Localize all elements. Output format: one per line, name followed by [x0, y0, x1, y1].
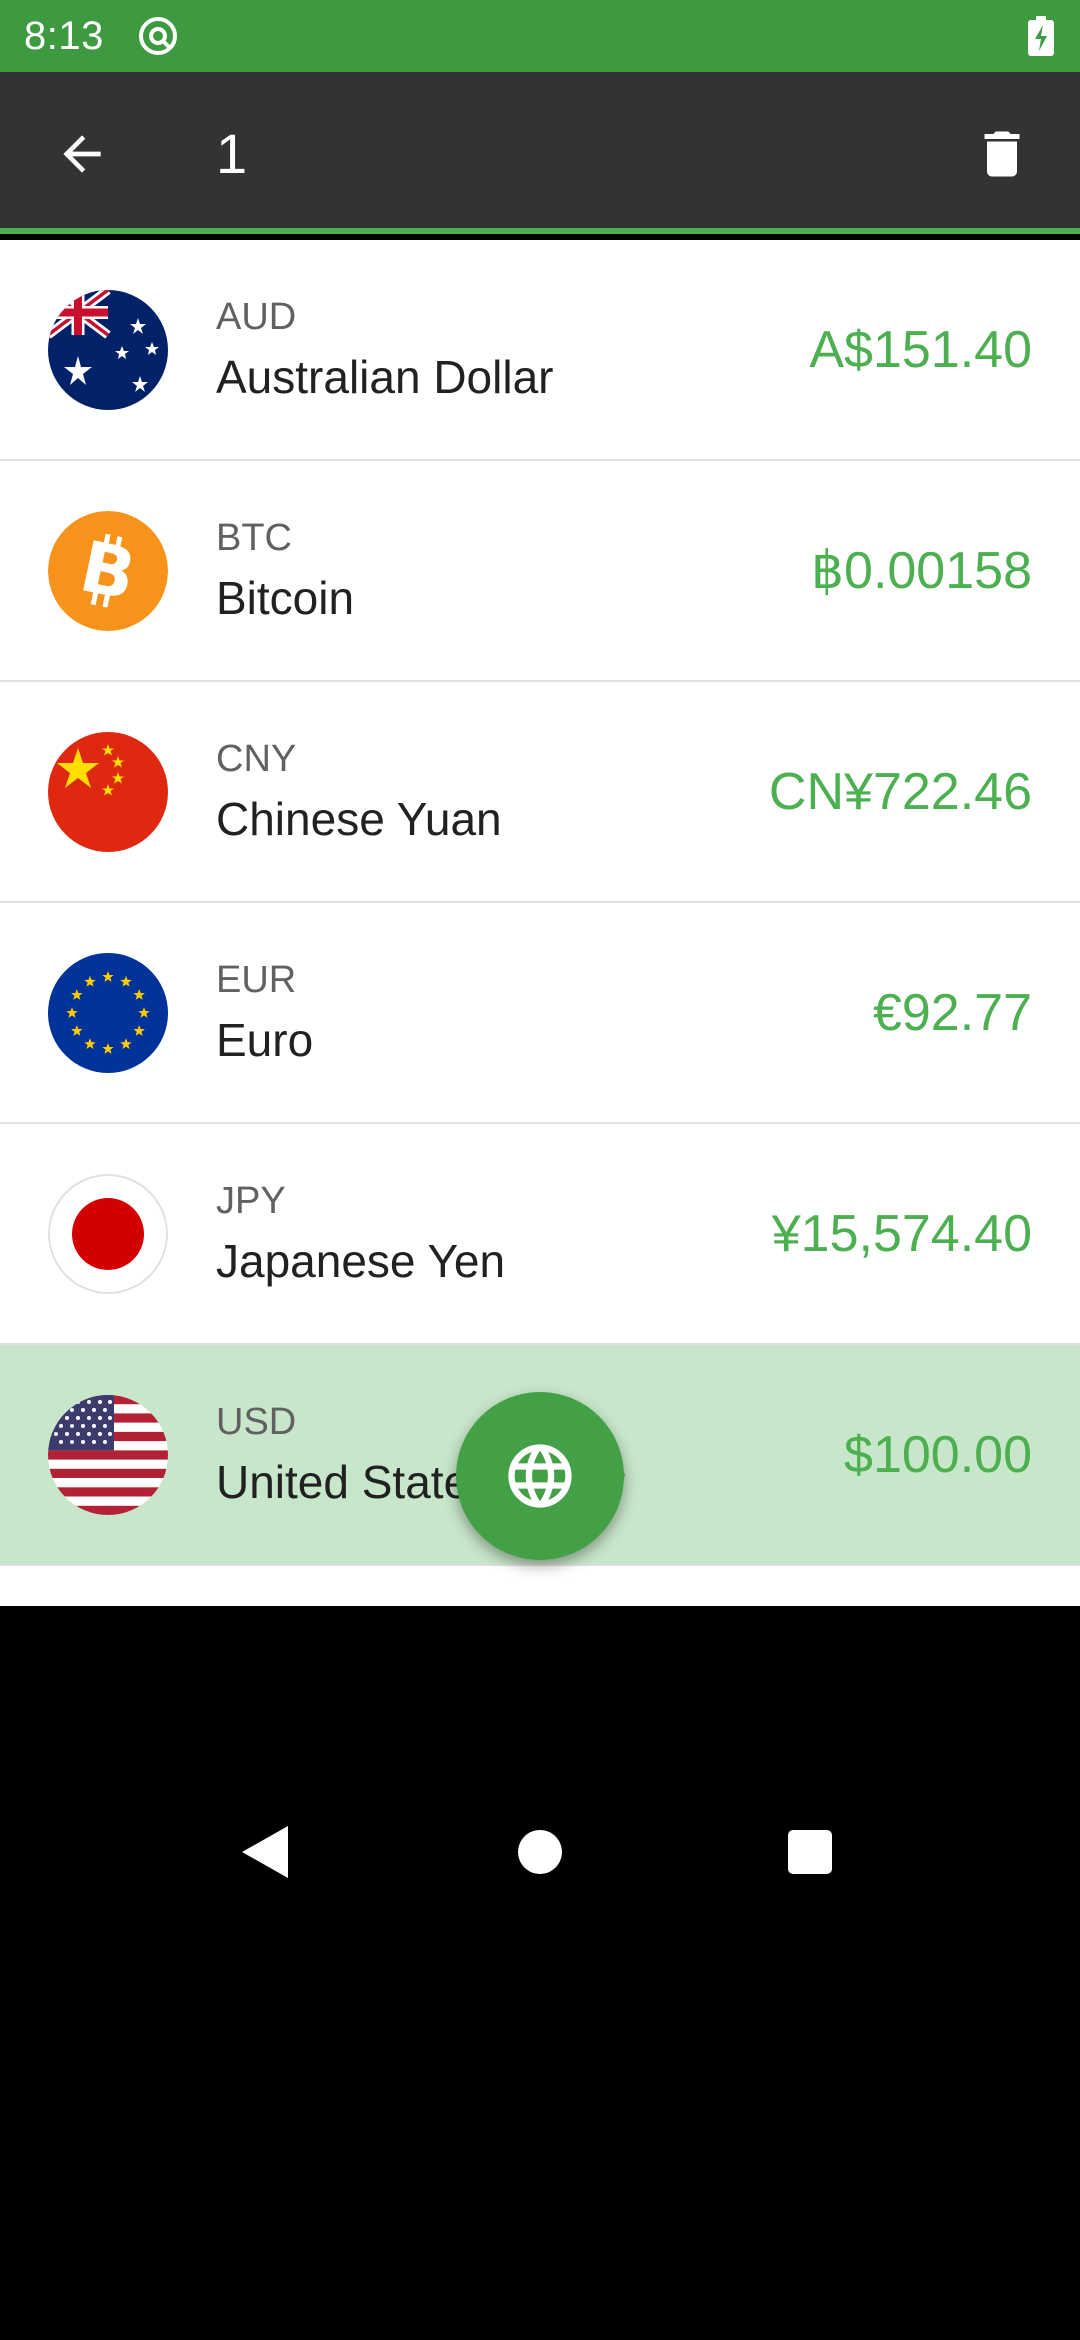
currency-code: AUD	[216, 296, 297, 338]
china-flag-icon	[48, 732, 168, 852]
currency-row-aud[interactable]: AUD Australian Dollar A$151.40	[0, 240, 1080, 461]
battery-charging-icon	[1028, 16, 1054, 56]
system-nav-bar	[0, 1606, 1080, 2340]
page-title: 1	[216, 122, 248, 185]
currency-name: Chinese Yuan	[216, 793, 502, 845]
currency-amount: $100.00	[844, 1426, 1032, 1484]
globe-icon	[508, 1444, 572, 1508]
currency-code: BTC	[216, 517, 292, 559]
currency-row-eur[interactable]: EUR Euro €92.77	[0, 903, 1080, 1124]
back-button[interactable]	[44, 116, 120, 192]
arrow-left-icon	[63, 135, 101, 173]
usa-flag-icon	[48, 1395, 168, 1515]
currency-name: Bitcoin	[216, 572, 355, 624]
bitcoin-icon: B	[48, 511, 168, 631]
currency-amount: A$151.40	[809, 321, 1032, 379]
japan-flag-icon	[48, 1174, 168, 1294]
app-bar: 1	[0, 72, 1080, 234]
currency-row-cny[interactable]: CNY Chinese Yuan CN¥722.46	[0, 682, 1080, 903]
currency-name: Euro	[216, 1014, 314, 1066]
currency-code: USD	[216, 1401, 297, 1443]
delete-button[interactable]	[964, 116, 1040, 192]
currency-code: CNY	[216, 738, 297, 780]
currency-code: EUR	[216, 959, 297, 1001]
status-bar: 8:13	[0, 0, 1080, 72]
currency-amount: CN¥722.46	[768, 763, 1032, 821]
currency-name: Japanese Yen	[216, 1235, 506, 1287]
sync-status-icon	[138, 17, 177, 55]
screen: 8:13 1 AUD Australian Dollar A$151.40 B …	[0, 0, 1080, 2340]
eu-flag-icon	[48, 953, 168, 1073]
currency-code: JPY	[216, 1180, 286, 1222]
add-currency-fab[interactable]	[456, 1392, 624, 1560]
currency-amount: €92.77	[872, 984, 1032, 1042]
currency-amount: ฿0.00158	[810, 542, 1032, 600]
status-time: 8:13	[24, 13, 104, 58]
nav-home-icon[interactable]	[518, 1830, 562, 1874]
nav-recents-icon[interactable]	[788, 1830, 832, 1874]
currency-name: Australian Dollar	[216, 351, 554, 403]
trash-icon	[984, 131, 1020, 177]
nav-back-icon[interactable]	[240, 1824, 290, 1880]
currency-row-jpy[interactable]: JPY Japanese Yen ¥15,574.40	[0, 1124, 1080, 1345]
currency-amount: ¥15,574.40	[771, 1205, 1032, 1263]
currency-row-btc[interactable]: B BTC Bitcoin ฿0.00158	[0, 461, 1080, 682]
australia-flag-icon	[48, 290, 168, 410]
